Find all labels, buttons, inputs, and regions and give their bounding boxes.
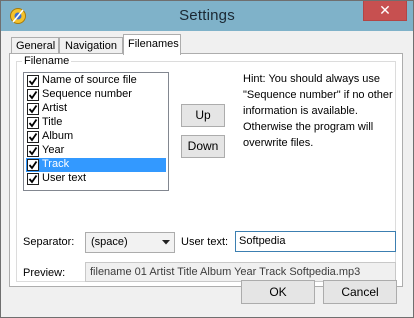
cancel-button[interactable]: Cancel bbox=[323, 280, 397, 304]
list-item-label: Track bbox=[42, 158, 70, 170]
list-item-label: Year bbox=[42, 144, 65, 156]
list-item-label: Artist bbox=[42, 102, 68, 114]
checkbox[interactable] bbox=[27, 89, 39, 101]
separator-select[interactable]: (space) bbox=[85, 232, 175, 253]
list-item-label: Title bbox=[42, 116, 63, 128]
tab-filenames[interactable]: Filenames bbox=[123, 34, 181, 55]
user-text-label: User text: bbox=[181, 236, 229, 248]
filename-parts-list[interactable]: Name of source file Sequence number Arti… bbox=[23, 72, 169, 191]
checkmark-icon bbox=[28, 76, 38, 86]
separator-select-value: (space) bbox=[91, 236, 128, 248]
checkbox[interactable] bbox=[27, 103, 39, 115]
hint-text: Hint: You should always use "Sequence nu… bbox=[243, 73, 393, 149]
checkbox[interactable] bbox=[27, 159, 39, 171]
checkmark-icon bbox=[28, 104, 38, 114]
list-item[interactable]: User text bbox=[26, 172, 166, 186]
close-button[interactable]: ✕ bbox=[363, 1, 407, 21]
checkmark-icon bbox=[28, 146, 38, 156]
filenames-panel: Filename Name of source file Sequence nu… bbox=[9, 53, 403, 287]
list-item-label: User text bbox=[42, 172, 87, 184]
checkbox[interactable] bbox=[27, 173, 39, 185]
filename-group: Filename Name of source file Sequence nu… bbox=[16, 55, 396, 282]
checkmark-icon bbox=[28, 160, 38, 170]
separator-label: Separator: bbox=[23, 236, 75, 248]
preview-field: filename 01 Artist Title Album Year Trac… bbox=[85, 262, 396, 282]
user-text-value: Softpedia bbox=[239, 235, 286, 247]
list-item[interactable]: Sequence number bbox=[26, 88, 166, 102]
move-up-button[interactable]: Up bbox=[181, 104, 225, 127]
list-item-label: Name of source file bbox=[42, 74, 137, 86]
preview-label: Preview: bbox=[23, 267, 66, 279]
list-item[interactable]: Name of source file bbox=[26, 74, 166, 88]
user-text-input[interactable]: Softpedia bbox=[235, 231, 396, 252]
checkbox[interactable] bbox=[27, 131, 39, 143]
list-item-label: Sequence number bbox=[42, 88, 132, 100]
checkbox[interactable] bbox=[27, 145, 39, 157]
checkmark-icon bbox=[28, 174, 38, 184]
filename-group-legend: Filename bbox=[22, 55, 72, 67]
ok-button[interactable]: OK bbox=[241, 280, 315, 304]
list-item[interactable]: Year bbox=[26, 144, 166, 158]
settings-window: Settings ✕ General Navigation Filenames … bbox=[0, 0, 414, 318]
chevron-down-icon bbox=[162, 240, 170, 245]
dialog-body: General Navigation Filenames Filename Na… bbox=[9, 31, 405, 311]
title-bar[interactable]: Settings ✕ bbox=[1, 1, 413, 31]
window-title: Settings bbox=[179, 7, 235, 24]
close-icon: ✕ bbox=[379, 2, 391, 18]
checkbox[interactable] bbox=[27, 117, 39, 129]
checkbox[interactable] bbox=[27, 75, 39, 87]
list-item[interactable]: Title bbox=[26, 116, 166, 130]
list-item-selected[interactable]: Track bbox=[26, 158, 166, 172]
list-item-label: Album bbox=[42, 130, 74, 142]
list-item[interactable]: Artist bbox=[26, 102, 166, 116]
checkmark-icon bbox=[28, 132, 38, 142]
list-item[interactable]: Album bbox=[26, 130, 166, 144]
checkmark-icon bbox=[28, 90, 38, 100]
checkmark-icon bbox=[28, 118, 38, 128]
move-down-button[interactable]: Down bbox=[181, 135, 225, 158]
preview-value: filename 01 Artist Title Album Year Trac… bbox=[90, 266, 361, 278]
